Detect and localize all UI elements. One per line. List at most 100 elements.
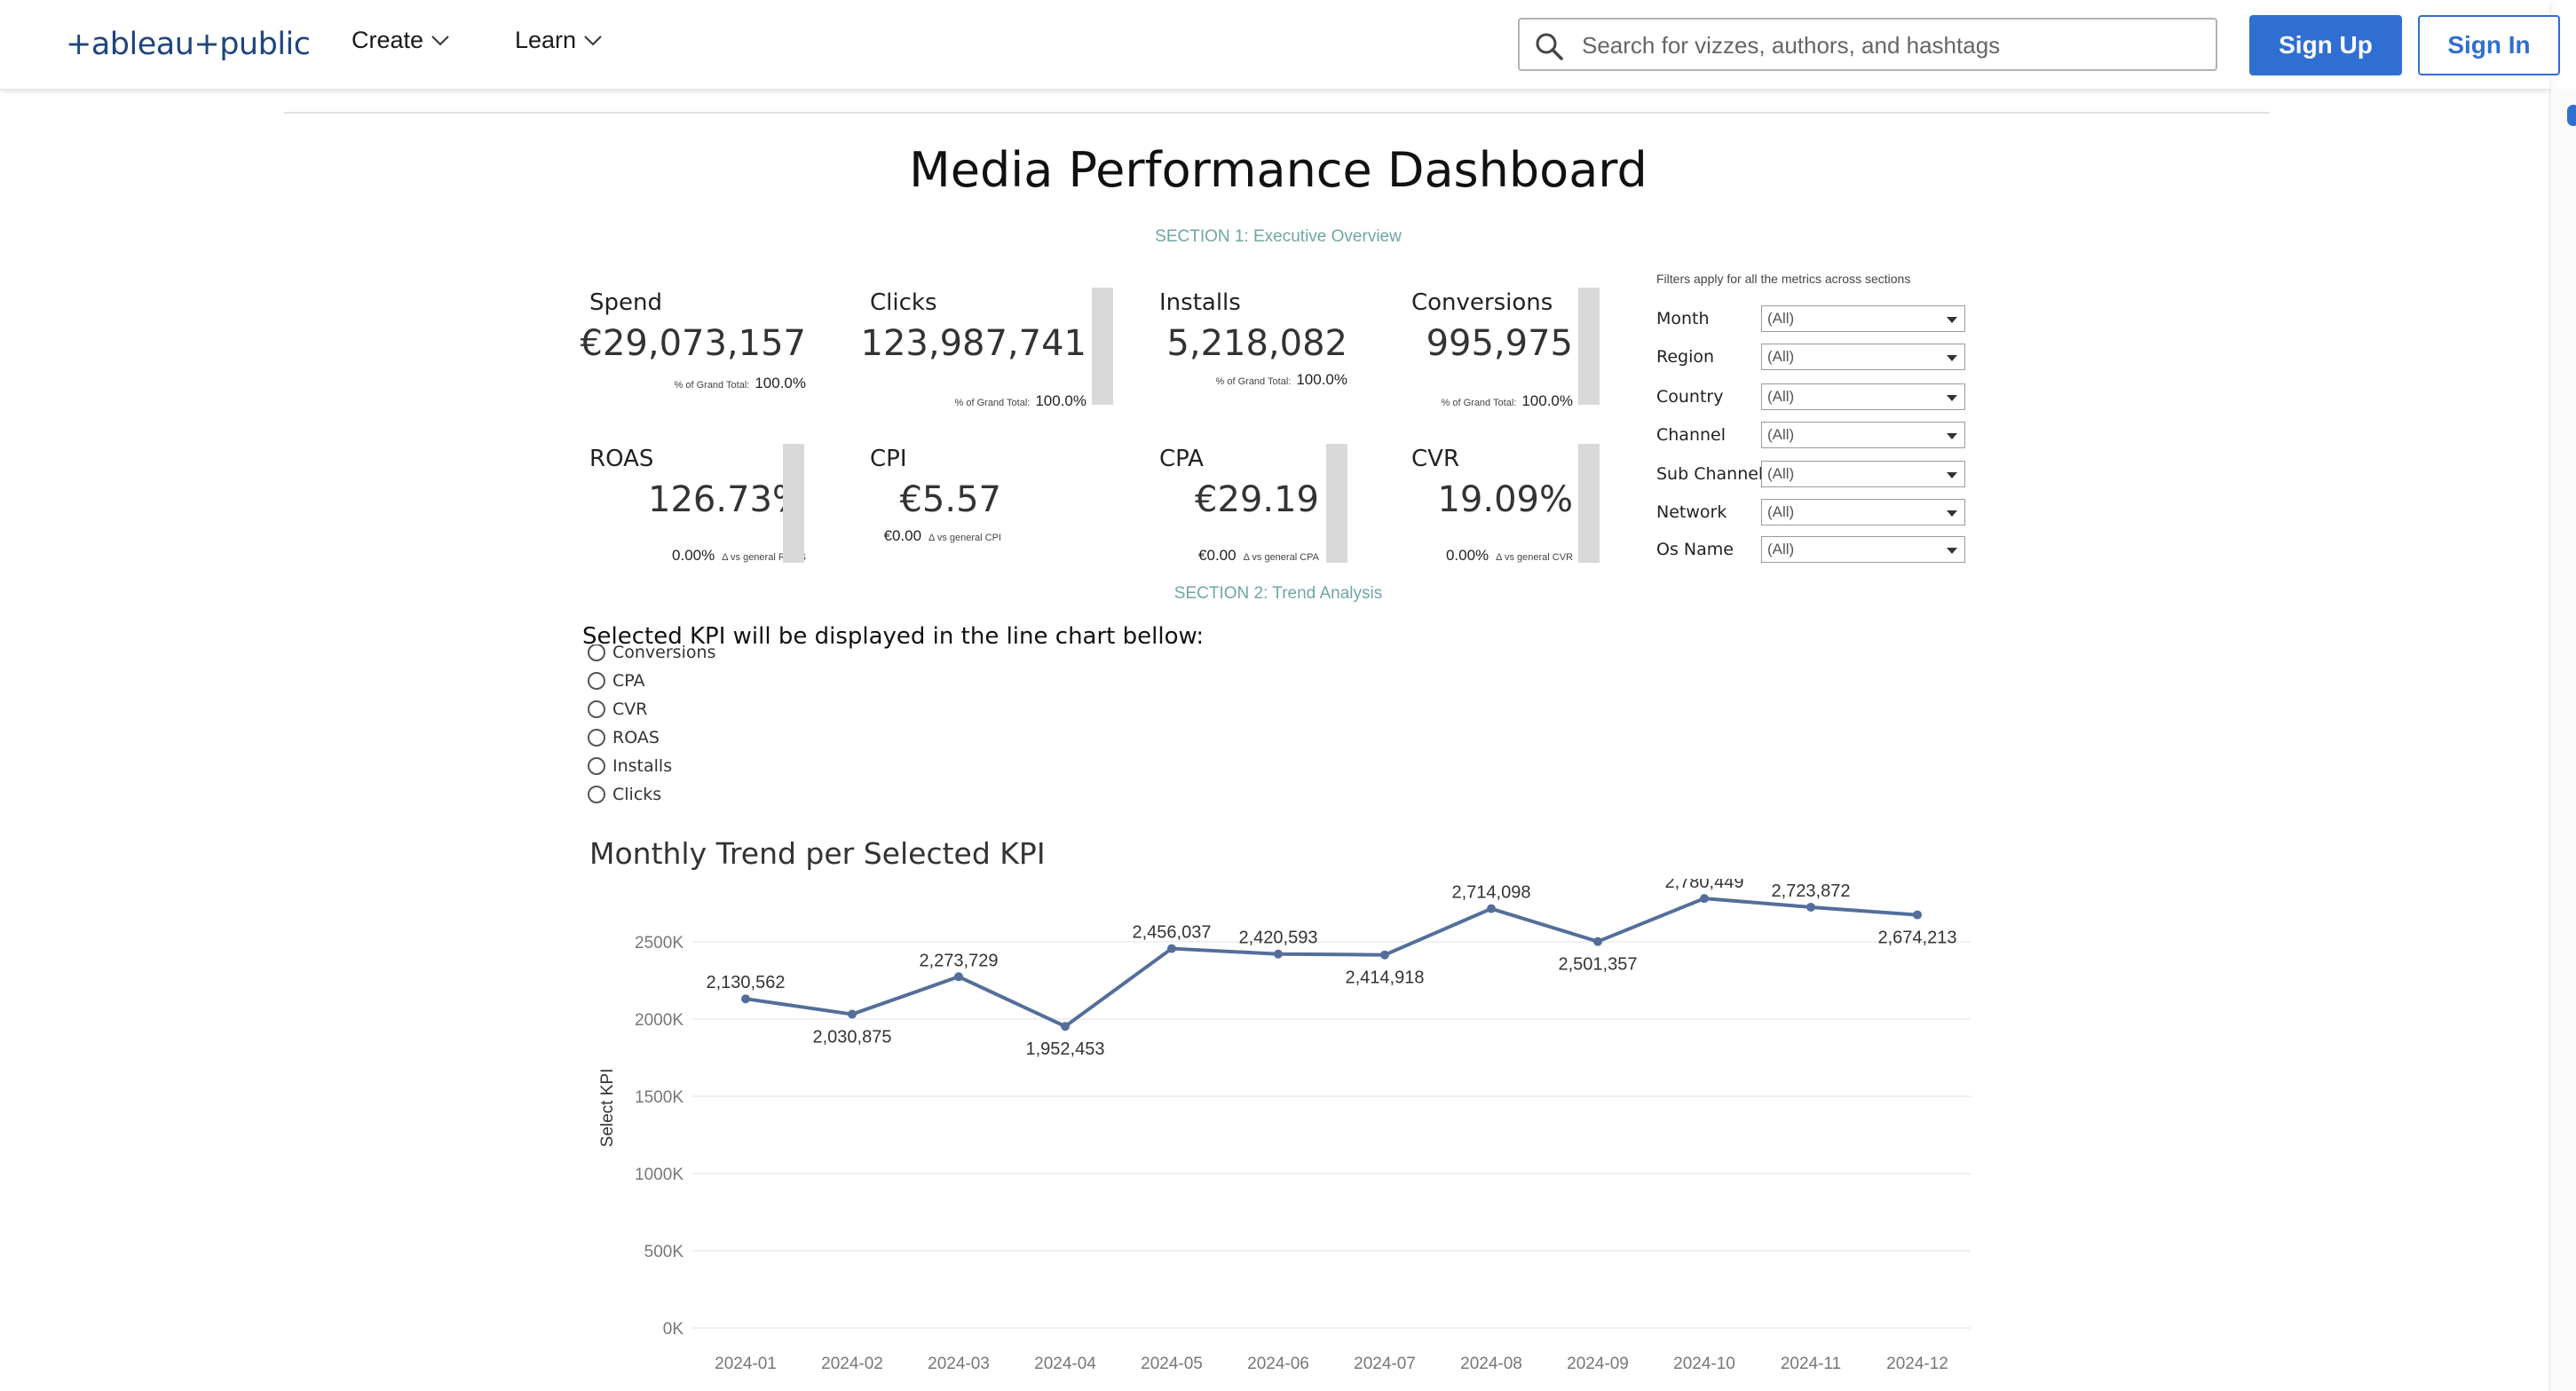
data-label: 2,414,918 [1346,968,1425,988]
radio-label: Installs [612,756,673,776]
data-point [1274,949,1283,959]
filter-label: Network [1656,502,1727,522]
kpi-share: % of Grand Total: 100.0% [1216,371,1347,389]
region-dropdown[interactable]: (All) [1761,344,1965,370]
kpi-bar-conversions [1578,288,1600,405]
top-navigation: +ableau+public Create Learn Sign Up Sign… [0,0,2560,90]
kpi-option-clicks[interactable]: Clicks [588,781,661,808]
kpi-option-installs[interactable]: Installs [588,753,672,779]
kpi-name: Conversions [1411,289,1553,316]
kpi-share-label: % of Grand Total: [1215,376,1292,387]
kpi-delta-label: Δ vs general CPA [1243,552,1319,563]
data-label: 2,714,098 [1452,883,1531,903]
x-tick-label: 2024-06 [1247,1355,1309,1373]
kpi-bar-cpa [1326,444,1347,563]
page-scrollbar[interactable] [2549,89,2576,1391]
filter-channel: Channel (All) [1656,422,1971,450]
x-tick-label: 2024-02 [821,1355,883,1373]
y-tick-label: 2000K [635,1011,684,1030]
search-icon [1536,33,1563,60]
kpi-name: Installs [1159,289,1241,316]
sub-channel-dropdown[interactable]: (All) [1761,461,1965,487]
kpi-share-value: 100.0% [755,375,806,391]
radio-icon [588,729,605,747]
kpi-share: % of Grand Total: 100.0% [675,375,806,392]
kpi-tile-roas: ROAS 126.73% 0.00% Δ vs general ROAS [589,446,806,570]
kpi-value: €29.19 [1195,479,1319,520]
kpi-value: 19.09% [1437,479,1573,520]
search-input[interactable] [1580,27,2205,64]
data-point [1487,904,1496,913]
kpi-share: % of Grand Total: 100.0% [1442,392,1573,410]
kpi-share-label: % of Grand Total: [954,398,1031,408]
data-point [1700,894,1709,904]
tableau-public-logo[interactable]: +ableau+public [66,20,311,69]
kpi-option-conversions[interactable]: Conversions [588,644,715,666]
kpi-tile-cpa: CPA €29.19 €0.00 Δ vs general CPA [1159,446,1319,570]
filter-label: Sub Channel [1656,464,1764,484]
kpi-share-value: 100.0% [1296,371,1347,388]
os-name-dropdown[interactable]: (All) [1761,536,1965,563]
dashboard-title: Media Performance Dashboard [909,142,1648,198]
data-label: 2,456,037 [1133,923,1212,943]
kpi-value: 995,975 [1426,323,1573,364]
data-label: 2,030,875 [813,1028,892,1047]
kpi-name: CVR [1411,446,1460,472]
logo-text: +ableau+public [66,27,311,62]
chevron-down-icon [431,35,449,45]
caret-down-icon [1947,395,1957,401]
y-tick-label: 0K [663,1320,684,1339]
kpi-bar-clicks [1092,288,1113,405]
y-axis-title: Select KPI [598,1069,617,1148]
radio-icon [588,757,605,775]
radio-icon [588,786,605,803]
radio-label: CVR [612,699,648,719]
radio-label: CPA [612,671,645,691]
monthly-trend-line-chart: 0K 500K 1000K 1500K 2000K 2500K Select KPI 2024… [598,879,1971,1373]
create-menu[interactable]: Create [352,27,450,54]
kpi-delta: €0.00 Δ vs general CPA [1198,547,1319,565]
x-tick-label: 2024-08 [1460,1355,1522,1373]
x-tick-label: 2024-12 [1886,1355,1948,1373]
kpi-name: Spend [589,289,662,316]
kpi-option-roas[interactable]: ROAS [588,724,660,751]
filter-country: Country (All) [1656,383,1971,412]
rail-indicator [2567,105,2576,126]
radio-label: ROAS [612,728,660,747]
kpi-delta-value: 0.00% [672,547,715,564]
kpi-option-cpa[interactable]: CPA [588,668,645,694]
kpi-value: 123,987,741 [860,323,1087,364]
month-dropdown[interactable]: (All) [1761,305,1965,332]
dropdown-value: (All) [1767,541,1795,557]
dropdown-value: (All) [1767,348,1795,365]
kpi-delta-label: Δ vs general CPI [928,533,1001,543]
kpi-delta: €0.00 Δ vs general CPI [884,527,1002,545]
caret-down-icon [1947,433,1957,439]
kpi-option-cvr[interactable]: CVR [588,696,647,723]
learn-menu[interactable]: Learn [515,27,603,54]
country-dropdown[interactable]: (All) [1761,383,1965,410]
kpi-bar-cvr [1578,444,1600,563]
sign-up-button[interactable]: Sign Up [2249,15,2402,75]
data-point [741,994,750,1004]
kpi-share-value: 100.0% [1521,392,1573,409]
network-dropdown[interactable]: (All) [1761,499,1965,526]
kpi-radio-list: Conversions CPA CVR ROAS Installs Clicks [588,644,943,815]
x-tick-label: 2024-04 [1034,1355,1096,1373]
section-1-label: SECTION 1: Executive Overview [1155,227,1402,246]
data-label: 2,780,449 [1665,879,1744,892]
sign-in-button[interactable]: Sign In [2418,15,2560,75]
data-point [1167,944,1176,953]
filter-label: Month [1656,309,1710,328]
caret-down-icon [1947,472,1957,478]
data-label: 2,723,872 [1772,881,1851,901]
data-label: 2,674,213 [1878,929,1957,948]
filter-os-name: Os Name (All) [1656,536,1971,565]
x-tick-label: 2024-09 [1567,1355,1629,1373]
kpi-share-label: % of Grand Total: [674,380,750,391]
x-tick-label: 2024-03 [928,1355,990,1373]
channel-dropdown[interactable]: (All) [1761,422,1965,448]
data-point [1061,1022,1070,1031]
caret-down-icon [1947,548,1957,554]
data-point [954,972,963,982]
